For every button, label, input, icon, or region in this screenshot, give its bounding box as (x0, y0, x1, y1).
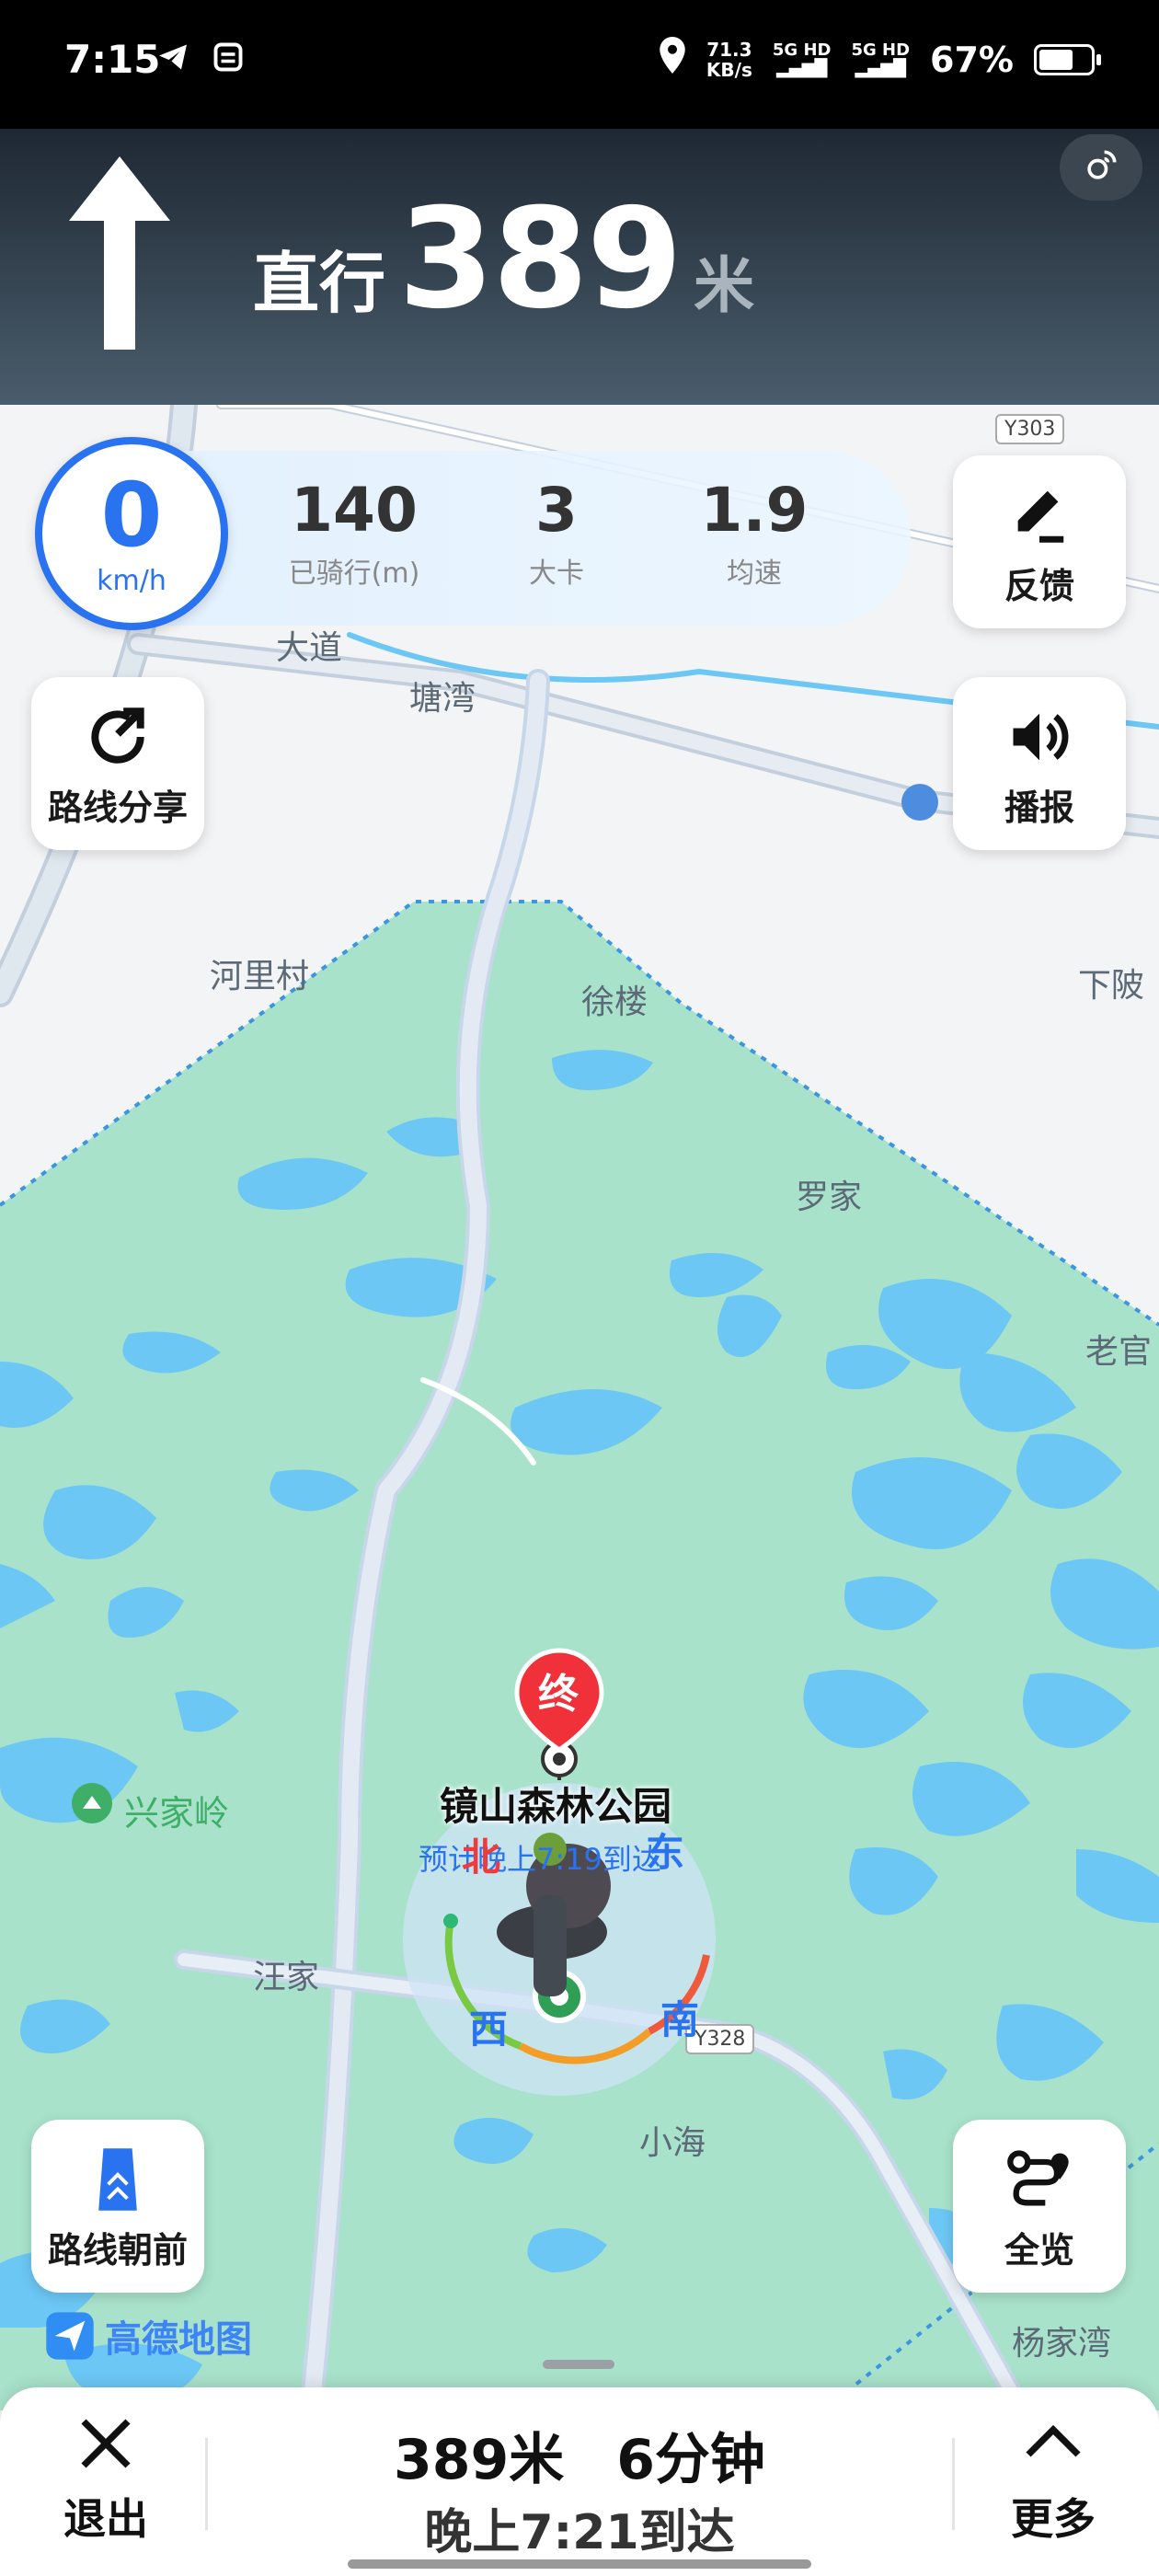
signal-icon: ▂▄▆█ (855, 58, 906, 78)
feedback-button[interactable]: 反馈 (953, 455, 1126, 628)
more-button[interactable]: 更多 (984, 2410, 1122, 2547)
compass-west: 西 (469, 2007, 509, 2052)
nav-unit: 米 (694, 250, 755, 321)
overview-button[interactable]: 全览 (953, 2120, 1126, 2293)
map-label: 罗家 (796, 1179, 863, 1216)
route-overview-icon (1004, 2141, 1074, 2218)
remaining-time: 6分钟 (616, 2428, 765, 2492)
status-bar: 7:15 71.3 KB/s 5G HD ▂▄▆█ 5G HD ▂▄▆█ 67% (0, 0, 1159, 129)
map-label: 杨家湾 (1012, 2325, 1112, 2363)
signal-icon: ▂▄▆█ (775, 58, 828, 78)
divider (952, 2438, 955, 2530)
map-label: 大道 (276, 629, 343, 667)
map-label: 河里村 (210, 958, 310, 995)
battery-percent: 67% (930, 39, 1014, 80)
map-label-poi: 兴家岭 (124, 1793, 230, 1834)
share-icon (84, 698, 152, 776)
nav-action: 直行 (253, 245, 386, 322)
destination-eta: 预计晚上7:19到达 (419, 1842, 661, 1877)
map-label: 汪家 (253, 1959, 320, 1996)
satellite-icon (1081, 145, 1121, 190)
stat-ridden: 140 已骑行(m) (288, 475, 420, 591)
battery-icon (1034, 43, 1101, 75)
straight-arrow-icon (69, 156, 170, 353)
stat-calories: 3 大卡 (529, 475, 584, 591)
calendar-icon (212, 40, 245, 77)
navigation-screen: 7:15 71.3 KB/s 5G HD ▂▄▆█ 5G HD ▂▄▆█ 67%… (0, 0, 1159, 2576)
stat-avg-speed: 1.9 均速 (700, 475, 809, 591)
nav-distance: 389 (398, 179, 683, 339)
status-time: 7:15 (64, 37, 161, 82)
gps-signal-button[interactable] (1060, 134, 1142, 201)
speaker-icon (1004, 698, 1074, 776)
map-label: 塘湾 (409, 680, 476, 718)
map-label: 老官 (1085, 1333, 1153, 1371)
chevron-up-icon (1018, 2424, 1088, 2480)
road-badge: Y303 (995, 414, 1065, 444)
compass-east: 东 (646, 1830, 685, 1875)
destination-name[interactable]: 镜山森林公园 (440, 1776, 671, 1832)
turn-instruction-panel: 直行 389 米 (0, 129, 1159, 405)
broadcast-button[interactable]: 播报 (953, 677, 1126, 850)
route-forward-button[interactable]: 路线朝前 (31, 2120, 204, 2293)
map-label: 徐楼 (581, 983, 648, 1021)
compass-south: 南 (660, 1997, 700, 2042)
map-label: 小海 (639, 2124, 706, 2162)
amap-logo-icon (46, 2312, 94, 2360)
network-speed: 71.3 KB/s (706, 38, 752, 81)
pencil-icon (1007, 477, 1072, 554)
speedometer: 0 km/h (35, 437, 228, 630)
home-indicator[interactable] (348, 2559, 811, 2569)
destination-marker[interactable]: 终 (538, 1661, 579, 1719)
sheet-handle[interactable] (543, 2360, 614, 2369)
share-route-button[interactable]: 路线分享 (31, 677, 204, 850)
remaining-distance: 389米 (394, 2428, 565, 2492)
signal-sim2: 5G HD ▂▄▆█ (851, 40, 911, 78)
current-speed: 0 (100, 463, 163, 567)
map-label: 下陂 (1078, 967, 1145, 1005)
signal-sim1: 5G HD ▂▄▆█ (772, 40, 832, 78)
telegram-icon (156, 40, 189, 77)
location-icon (659, 37, 686, 82)
amap-logo: 高德地图 (44, 2309, 252, 2363)
route-forward-icon (94, 2141, 142, 2218)
nav-instruction: 直行 389 米 (253, 179, 754, 339)
speed-unit: km/h (97, 564, 166, 597)
compass-north: 北 (462, 1834, 501, 1880)
